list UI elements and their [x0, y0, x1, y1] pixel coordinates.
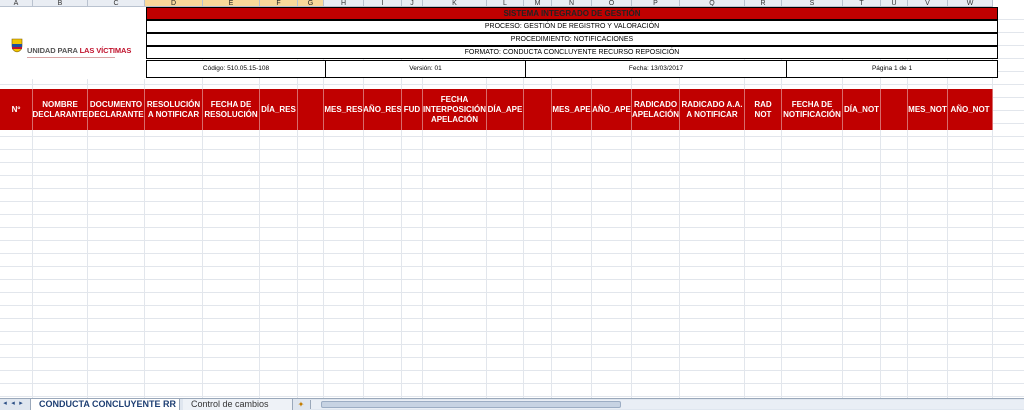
column-header-cell[interactable]: AÑO_APE — [592, 89, 632, 130]
column-header-cell[interactable]: DÍA_APE — [487, 89, 524, 130]
column-header-cell[interactable]: DÍA_NOT — [843, 89, 881, 130]
column-header-w[interactable]: W — [948, 0, 993, 7]
column-header-cell[interactable]: NOMBRE DECLARANTE — [33, 89, 88, 130]
proceso-label[interactable]: PROCESO: GESTIÓN DE REGISTRO Y VALORACIÓ… — [146, 20, 998, 33]
sheet-tab-bar: ◂ ◂ ▸ CONDUCTA CONCLUYENTE RR Control de… — [0, 398, 1024, 410]
column-header-cell[interactable] — [524, 89, 552, 130]
tab-control-de-cambios[interactable]: Control de cambios — [183, 399, 293, 410]
column-header-cell[interactable]: MES_RES — [324, 89, 364, 130]
spreadsheet-area[interactable]: ABCDEFGHIJKLMNOPQRSTUVW UNIDAD PARA LAS … — [0, 0, 1024, 398]
procedimiento-label[interactable]: PROCEDIMIENTO: NOTIFICACIONES — [146, 33, 998, 46]
column-header-cell[interactable] — [298, 89, 324, 130]
version-cell[interactable]: Versión: 01 — [326, 61, 526, 77]
column-header-p[interactable]: P — [632, 0, 680, 7]
column-headers[interactable]: ABCDEFGHIJKLMNOPQRSTUVW — [0, 0, 1024, 7]
next-sheet-icon[interactable]: ▸ — [17, 400, 25, 408]
column-header-l[interactable]: L — [487, 0, 524, 7]
column-header-cell[interactable]: RADICADO A.A. A NOTIFICAR — [680, 89, 745, 130]
column-header-cell[interactable]: FECHA INTERPOSICIÓN APELACIÓN — [423, 89, 487, 130]
column-header-h[interactable]: H — [324, 0, 364, 7]
column-header-cell[interactable]: RADICADO APELACIÓN — [632, 89, 680, 130]
column-header-cell[interactable]: DOCUMENTO DECLARANTE — [88, 89, 145, 130]
column-header-cell[interactable]: AÑO_NOT — [948, 89, 993, 130]
column-header-d[interactable]: D — [145, 0, 203, 7]
meta-row: Código: 510.05.15-108 Versión: 01 Fecha:… — [146, 60, 998, 78]
new-sheet-icon[interactable]: ✦ — [294, 399, 308, 410]
column-header-n[interactable]: N — [552, 0, 592, 7]
column-header-cell[interactable]: RAD NOT — [745, 89, 782, 130]
column-header-cell[interactable]: MES_APE — [552, 89, 592, 130]
colombia-emblem-icon — [11, 38, 23, 53]
system-title[interactable]: SISTEMA INTEGRADO DE GESTIÓN — [146, 7, 998, 20]
column-header-s[interactable]: S — [782, 0, 843, 7]
logo: UNIDAD PARA LAS VÍCTIMAS — [0, 7, 146, 79]
first-sheet-icon[interactable]: ◂ — [1, 400, 9, 408]
column-header-a[interactable]: A — [0, 0, 33, 7]
column-header-g[interactable]: G — [298, 0, 324, 7]
scrollbar-thumb[interactable] — [321, 401, 621, 408]
logo-underline — [27, 57, 115, 58]
column-header-b[interactable]: B — [33, 0, 88, 7]
fecha-cell[interactable]: Fecha: 13/03/2017 — [526, 61, 787, 77]
column-header-c[interactable]: C — [88, 0, 145, 7]
column-header-m[interactable]: M — [524, 0, 552, 7]
prev-sheet-icon[interactable]: ◂ — [9, 400, 17, 408]
horizontal-scrollbar[interactable] — [310, 400, 1024, 409]
column-header-j[interactable]: J — [402, 0, 423, 7]
column-header-i[interactable]: I — [364, 0, 402, 7]
column-header-v[interactable]: V — [908, 0, 948, 7]
column-header-cell[interactable] — [881, 89, 908, 130]
column-header-cell[interactable]: FECHA DE RESOLUCIÓN — [203, 89, 260, 130]
column-header-cell[interactable]: RESOLUCIÓN A NOTIFICAR — [145, 89, 203, 130]
logo-brand-text: UNIDAD PARA LAS VÍCTIMAS — [27, 46, 132, 55]
formato-label[interactable]: FORMATO: CONDUCTA CONCLUYENTE RECURSO RE… — [146, 46, 998, 59]
column-header-r[interactable]: R — [745, 0, 782, 7]
column-header-u[interactable]: U — [881, 0, 908, 7]
column-header-f[interactable]: F — [260, 0, 298, 7]
table-header-row: Nº NOMBRE DECLARANTE DOCUMENTO DECLARANTE R… — [0, 89, 999, 130]
column-header-e[interactable]: E — [203, 0, 260, 7]
column-header-cell[interactable]: FECHA DE NOTIFICACIÓN — [782, 89, 843, 130]
tab-conducta-concluyente[interactable]: CONDUCTA CONCLUYENTE RR — [30, 399, 180, 410]
column-header-cell[interactable]: Nº — [0, 89, 33, 130]
codigo-cell[interactable]: Código: 510.05.15-108 — [147, 61, 326, 77]
column-header-cell[interactable]: FUD — [402, 89, 423, 130]
column-header-cell[interactable]: DÍA_RES — [260, 89, 298, 130]
column-header-t[interactable]: T — [843, 0, 881, 7]
pagina-cell[interactable]: Página 1 de 1 — [787, 61, 997, 77]
column-header-k[interactable]: K — [423, 0, 487, 7]
column-header-o[interactable]: O — [592, 0, 632, 7]
column-header-cell[interactable]: MES_NOT — [908, 89, 948, 130]
column-header-cell[interactable]: AÑO_RES — [364, 89, 402, 130]
column-header-q[interactable]: Q — [680, 0, 745, 7]
